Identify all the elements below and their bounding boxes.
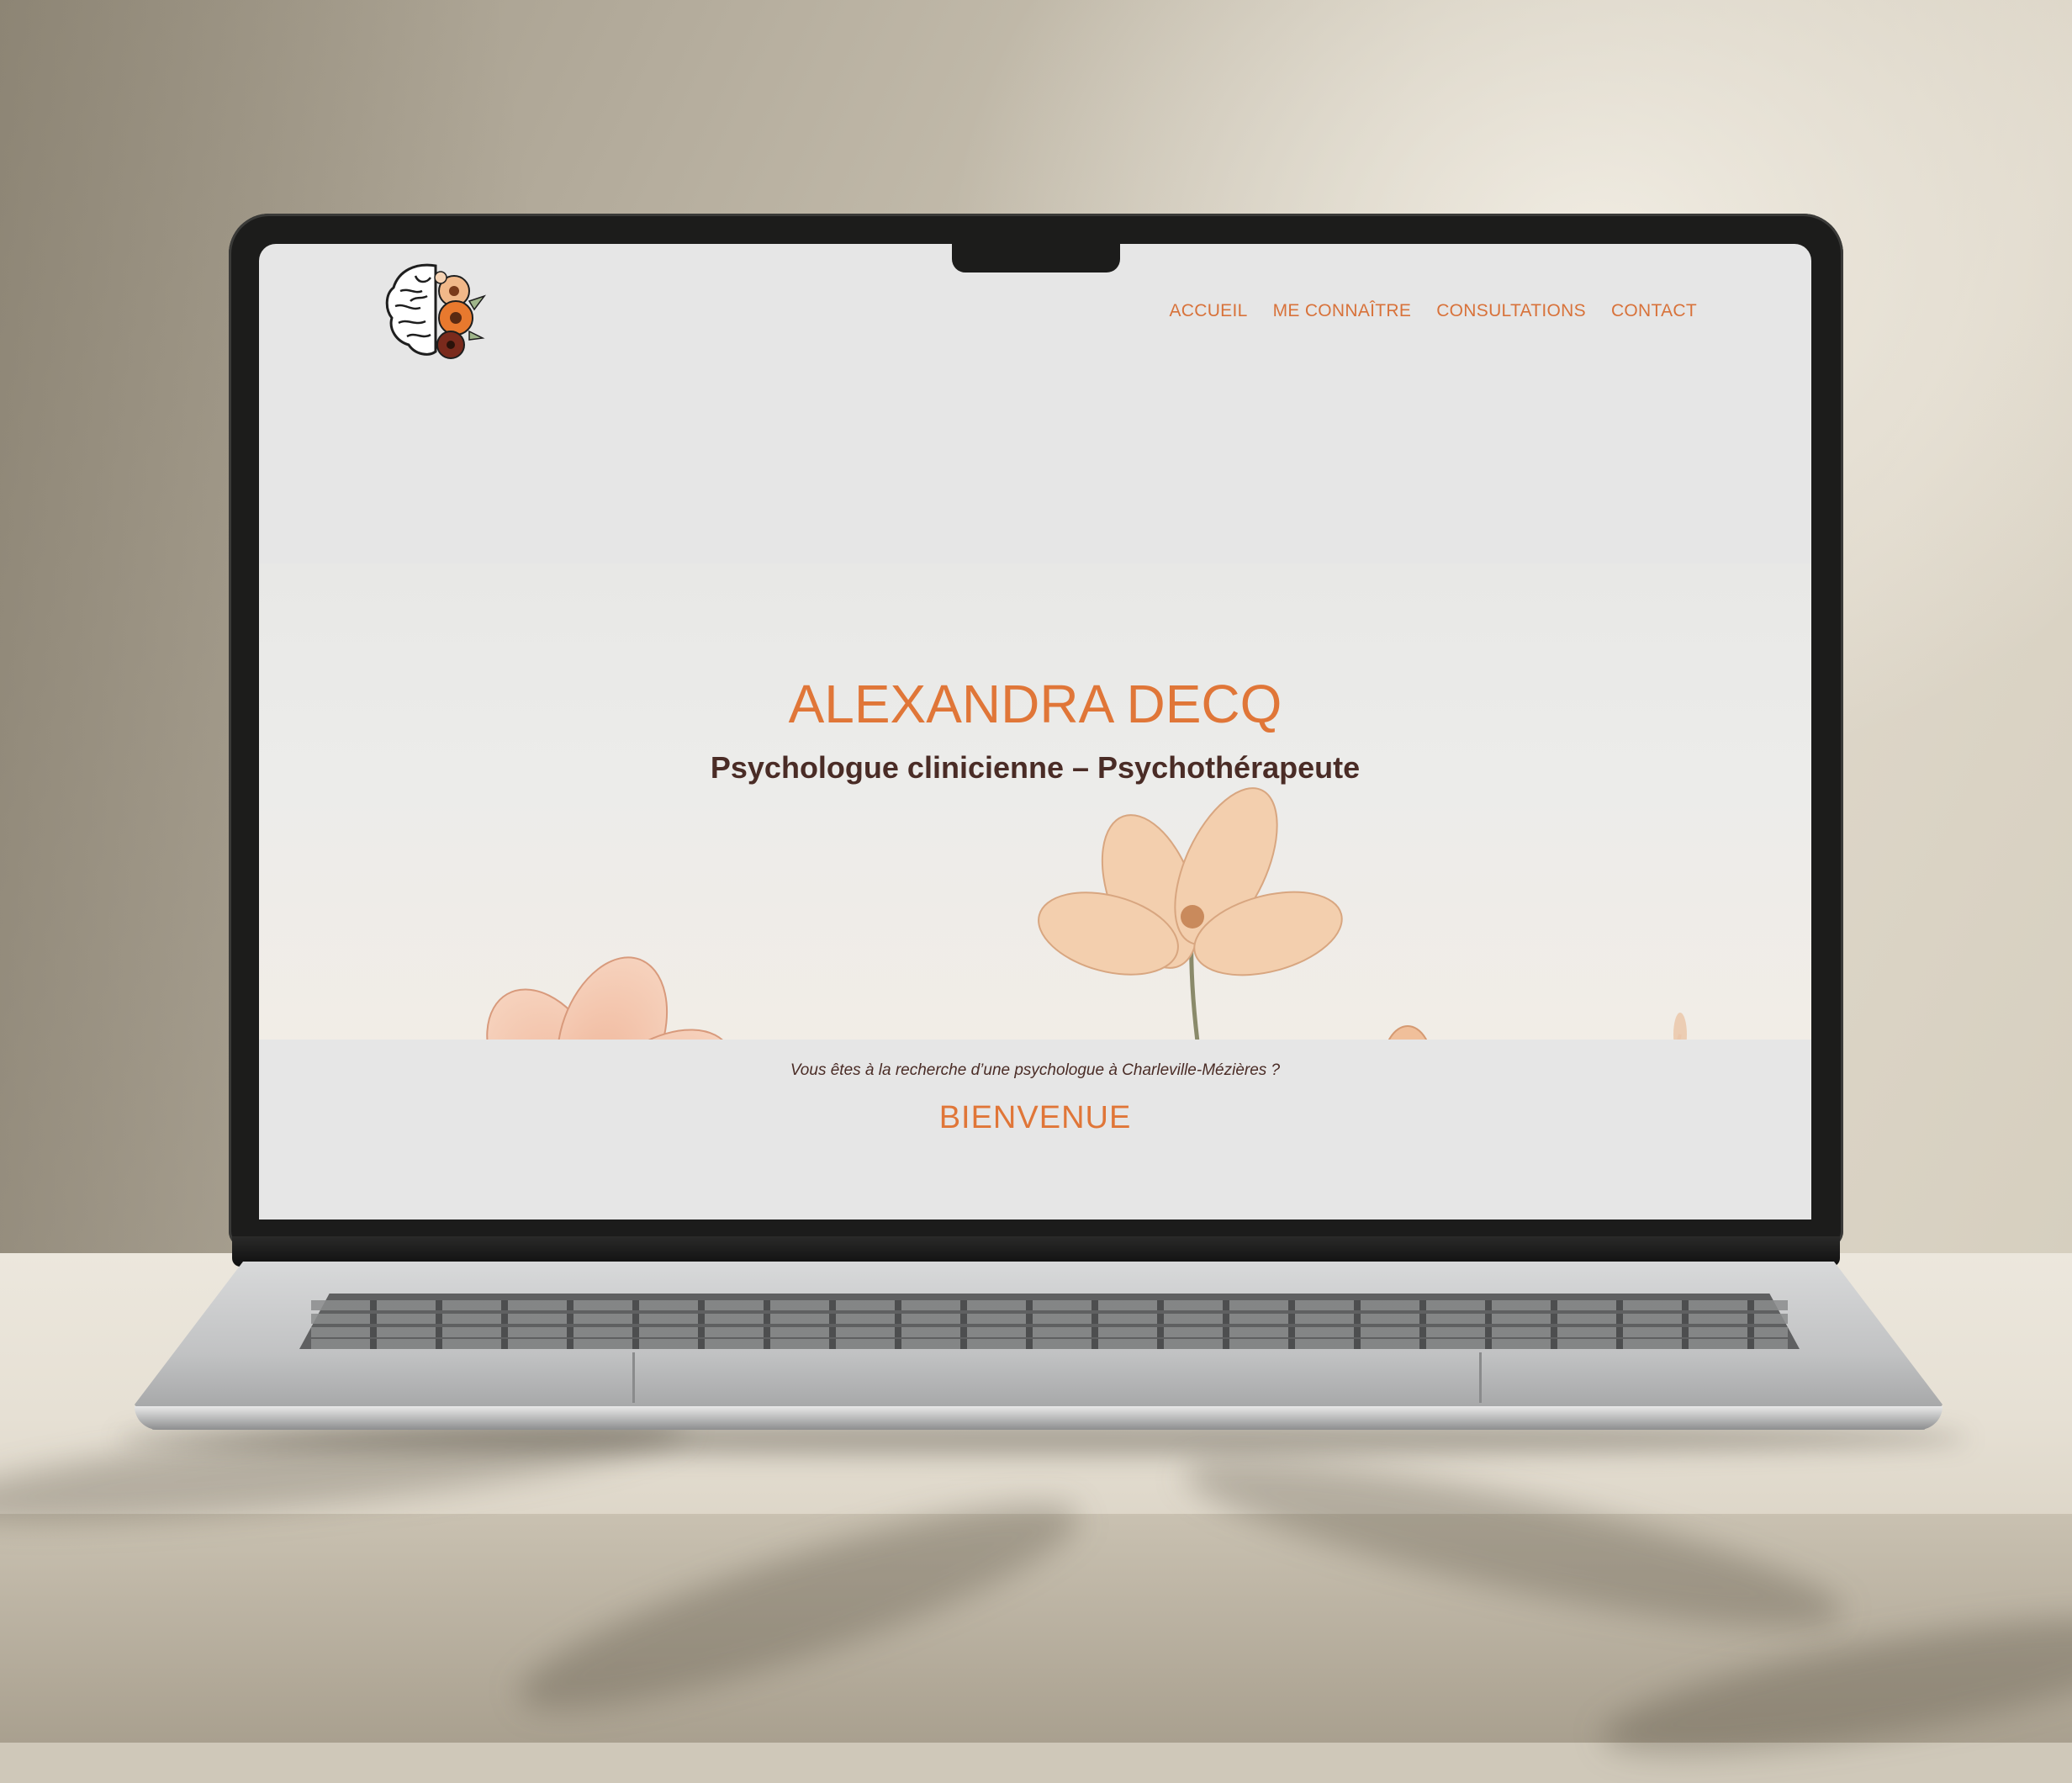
camera-notch xyxy=(952,244,1120,272)
brain-flowers-icon[interactable] xyxy=(382,257,491,367)
hero-title: ALEXANDRA DECQ xyxy=(788,674,1282,734)
key-row xyxy=(311,1327,1788,1337)
key-row xyxy=(311,1314,1788,1324)
nav-item-consultations[interactable]: CONSULTATIONS xyxy=(1436,301,1586,321)
hero-subtitle: Psychologue clinicienne – Psychothérapeu… xyxy=(710,750,1361,785)
key-row xyxy=(311,1339,1788,1349)
main-nav: ACCUEIL ME CONNAÎTRE CONSULTATIONS CONTA… xyxy=(1169,301,1697,321)
nav-item-accueil[interactable]: ACCUEIL xyxy=(1169,301,1247,321)
laptop-screen: ACCUEIL ME CONNAÎTRE CONSULTATIONS CONTA… xyxy=(259,244,1811,1220)
welcome-text-wrap: Vous êtes à la recherche d’une psycholog… xyxy=(259,1031,1811,1220)
welcome-tagline: Vous êtes à la recherche d’une psycholog… xyxy=(790,1061,1281,1079)
trackpad[interactable] xyxy=(632,1352,1482,1403)
laptop-base-edge xyxy=(135,1406,1942,1430)
key-row xyxy=(311,1300,1788,1310)
welcome-heading: BIENVENUE xyxy=(938,1100,1132,1135)
nav-item-contact[interactable]: CONTACT xyxy=(1611,301,1697,321)
nav-item-me-connaitre[interactable]: ME CONNAÎTRE xyxy=(1273,301,1412,321)
